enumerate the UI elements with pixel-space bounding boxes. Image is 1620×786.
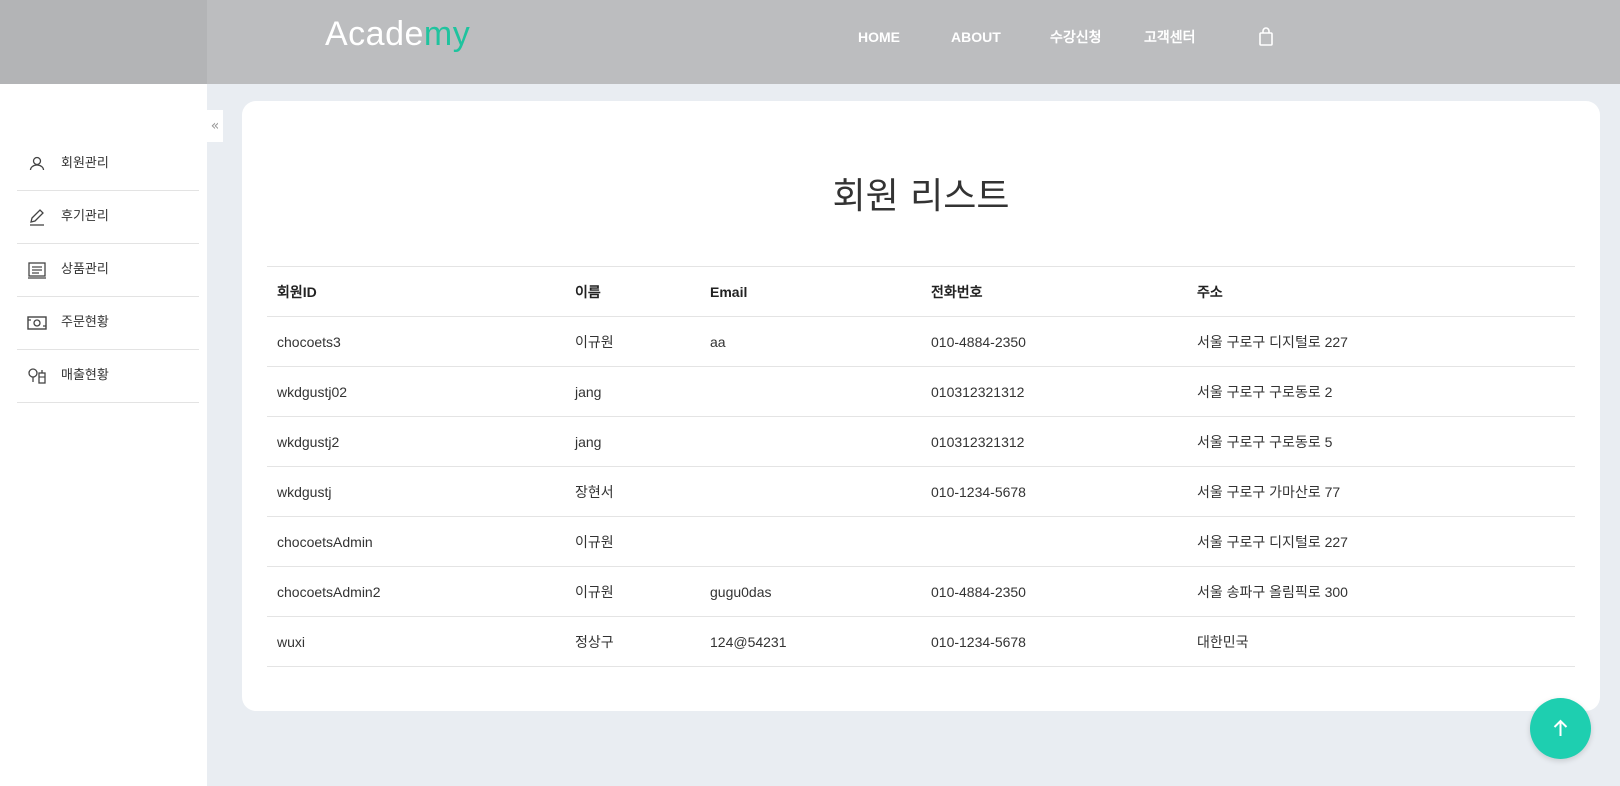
member-list-card: 회원 리스트 회원ID 이름 Email 전화번호 주소 chocoets3 이… — [242, 101, 1600, 711]
sidebar-item-label: 상품관리 — [61, 262, 109, 277]
sidebar-item-label: 회원관리 — [61, 156, 109, 171]
cell-address: 서울 구로구 가마산로 77 — [1187, 466, 1575, 517]
table-row[interactable]: chocoetsAdmin2 이규원 gugu0das 010-4884-235… — [267, 566, 1575, 617]
sidebar-item-orders[interactable]: 주문현황 — [17, 297, 199, 350]
shopping-bag-icon[interactable] — [1258, 27, 1274, 47]
user-icon — [27, 154, 47, 174]
cell-id: chocoets3 — [267, 316, 565, 367]
cell-phone: 010-4884-2350 — [921, 316, 1187, 367]
sidebar-item-products[interactable]: 상품관리 — [17, 244, 199, 297]
pencil-icon — [27, 207, 47, 227]
top-header: Academy HOME ABOUT 수강신청 고객센터 — [0, 0, 1620, 84]
cell-email — [700, 416, 921, 467]
table-row[interactable]: chocoets3 이규원 aa 010-4884-2350 서울 구로구 디지… — [267, 316, 1575, 367]
nav-enroll[interactable]: 수강신청 — [1050, 24, 1102, 50]
sidebar-item-label: 매출현황 — [61, 368, 109, 383]
cell-id: wuxi — [267, 616, 565, 667]
cell-name: 장현서 — [565, 466, 700, 517]
cell-address: 서울 송파구 올림픽로 300 — [1187, 566, 1575, 617]
cell-address: 서울 구로구 구로동로 2 — [1187, 366, 1575, 417]
page-title: 회원 리스트 — [832, 176, 1010, 217]
cell-email — [700, 516, 921, 567]
nav-support[interactable]: 고객센터 — [1144, 24, 1196, 50]
chart-bulb-icon — [27, 366, 47, 386]
cell-id: wkdgustj — [267, 466, 565, 517]
cell-email — [700, 366, 921, 417]
sidebar-item-label: 주문현황 — [61, 315, 109, 330]
logo-accent-text: my — [423, 15, 471, 53]
arrow-up-icon — [1553, 719, 1568, 736]
cell-address: 서울 구로구 디지털로 227 — [1187, 316, 1575, 367]
cell-phone: 010312321312 — [921, 416, 1187, 467]
cell-name: jang — [565, 416, 700, 467]
cell-name: 이규원 — [565, 566, 700, 617]
table-row[interactable]: wuxi 정상구 124@54231 010-1234-5678 대한민국 — [267, 616, 1575, 667]
scroll-to-top-button[interactable] — [1530, 698, 1591, 759]
list-board-icon — [27, 260, 47, 280]
cell-email: aa — [700, 316, 921, 367]
logo-main-text: Acade — [325, 15, 424, 53]
table-row[interactable]: wkdgustj2 jang 010312321312 서울 구로구 구로동로 … — [267, 416, 1575, 467]
logo[interactable]: Academy — [325, 12, 470, 56]
sidebar-collapse-button[interactable]: « — [207, 110, 223, 142]
table-row[interactable]: wkdgustj 장현서 010-1234-5678 서울 구로구 가마산로 7… — [267, 466, 1575, 517]
column-header-phone: 전화번호 — [921, 266, 1187, 317]
cell-phone: 010312321312 — [921, 366, 1187, 417]
sidebar-item-sales[interactable]: 매출현황 — [17, 350, 199, 403]
cell-id: wkdgustj02 — [267, 366, 565, 417]
cell-phone: 010-4884-2350 — [921, 566, 1187, 617]
cell-email: 124@54231 — [700, 616, 921, 667]
sidebar-item-reviews[interactable]: 후기관리 — [17, 191, 199, 244]
cell-email: gugu0das — [700, 566, 921, 617]
cell-address: 서울 구로구 디지털로 227 — [1187, 516, 1575, 567]
nav-about[interactable]: ABOUT — [951, 24, 1001, 50]
cell-name: 이규원 — [565, 316, 700, 367]
table-row[interactable]: wkdgustj02 jang 010312321312 서울 구로구 구로동로… — [267, 366, 1575, 417]
cell-phone: 010-1234-5678 — [921, 616, 1187, 667]
cell-name: 이규원 — [565, 516, 700, 567]
cell-address: 서울 구로구 구로동로 5 — [1187, 416, 1575, 467]
cell-address: 대한민국 — [1187, 616, 1575, 667]
nav-home[interactable]: HOME — [858, 24, 900, 50]
table-header-row: 회원ID 이름 Email 전화번호 주소 — [267, 266, 1575, 317]
cell-email — [700, 466, 921, 517]
cell-phone — [921, 516, 1187, 567]
money-icon — [27, 313, 47, 333]
sidebar: 회원관리 후기관리 상품관리 주문현황 매출현황 — [0, 84, 207, 786]
column-header-name: 이름 — [565, 266, 700, 317]
cell-id: chocoetsAdmin — [267, 516, 565, 567]
column-header-email: Email — [700, 266, 921, 317]
cell-id: wkdgustj2 — [267, 416, 565, 467]
column-header-address: 주소 — [1187, 266, 1575, 317]
table-row[interactable]: chocoetsAdmin 이규원 서울 구로구 디지털로 227 — [267, 516, 1575, 567]
member-table: 회원ID 이름 Email 전화번호 주소 chocoets3 이규원 aa 0… — [267, 266, 1575, 667]
cell-name: jang — [565, 366, 700, 417]
cell-phone: 010-1234-5678 — [921, 466, 1187, 517]
cell-id: chocoetsAdmin2 — [267, 566, 565, 617]
header-left-block — [0, 0, 207, 84]
sidebar-item-members[interactable]: 회원관리 — [17, 138, 199, 191]
column-header-id: 회원ID — [267, 266, 565, 317]
sidebar-item-label: 후기관리 — [61, 209, 109, 224]
cell-name: 정상구 — [565, 616, 700, 667]
